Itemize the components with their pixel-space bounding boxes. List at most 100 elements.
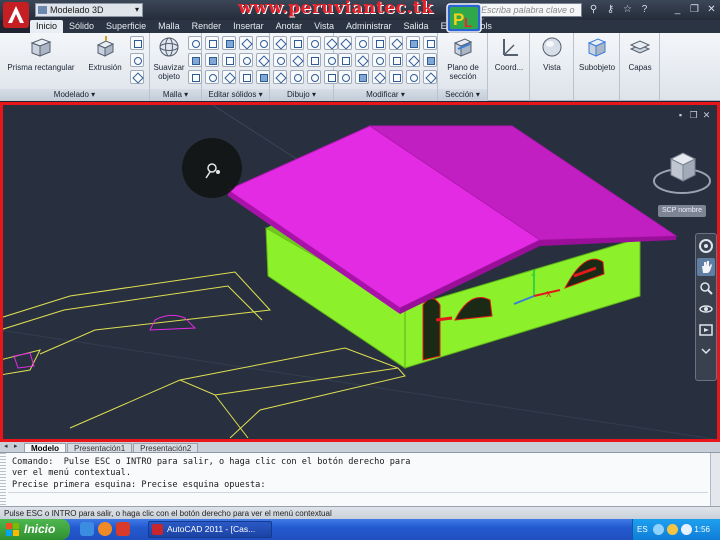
tool-icon[interactable] [406, 36, 420, 50]
suavizar-objeto-button[interactable]: Suavizar objeto [152, 35, 186, 81]
search-input[interactable]: Escriba palabra clave o frase [470, 3, 582, 27]
tool-icon[interactable] [338, 70, 352, 84]
tab-administrar[interactable]: Administrar [340, 20, 398, 33]
minimize-icon[interactable]: ▪ [676, 111, 685, 120]
tab-presentacion1[interactable]: Presentación1 [67, 443, 133, 453]
restore-icon[interactable]: ❐ [689, 111, 698, 120]
panel-title[interactable]: Dibujo ▾ [270, 89, 333, 101]
chevron-down-icon[interactable] [697, 342, 715, 360]
command-line-grip[interactable] [0, 453, 6, 507]
tool-icon[interactable] [273, 53, 287, 67]
star-icon[interactable]: ☆ [622, 4, 633, 15]
tool-icon[interactable] [423, 70, 437, 84]
tool-icon[interactable] [423, 53, 437, 67]
tool-icon[interactable] [239, 70, 253, 84]
tab-render[interactable]: Render [186, 20, 228, 33]
tool-icon[interactable] [188, 53, 202, 67]
tool-icon[interactable] [372, 36, 386, 50]
tab-anotar[interactable]: Anotar [270, 20, 309, 33]
tab-vista[interactable]: Vista [308, 20, 340, 33]
language-indicator[interactable]: ES [637, 519, 648, 540]
close-icon[interactable]: ✕ [706, 4, 717, 15]
tool-icon[interactable] [389, 36, 403, 50]
tool-icon[interactable] [355, 70, 369, 84]
steering-wheel-icon[interactable] [697, 237, 715, 255]
panel-title[interactable]: Malla ▾ [150, 89, 201, 101]
app-icon[interactable] [116, 522, 130, 536]
tool-icon[interactable] [239, 36, 253, 50]
first-layout-arrow-icon[interactable]: ◂ [4, 442, 14, 452]
tool-icon[interactable] [406, 70, 420, 84]
pan-icon[interactable] [697, 258, 715, 276]
tool-icon[interactable] [290, 70, 304, 84]
tool-icon[interactable] [130, 36, 144, 50]
tab-superficie[interactable]: Superficie [100, 20, 152, 33]
key-icon[interactable]: ⚷ [605, 4, 616, 15]
panel-title[interactable]: Editar sólidos ▾ [202, 89, 269, 101]
prev-layout-arrow-icon[interactable]: ▸ [14, 442, 24, 452]
tool-icon[interactable] [222, 70, 236, 84]
extrusion-button[interactable]: Extrusión [82, 35, 128, 72]
tab-insertar[interactable]: Insertar [227, 20, 270, 33]
tool-icon[interactable] [205, 53, 219, 67]
ucs-menu[interactable]: SCP nombre [658, 205, 706, 217]
tab-malla[interactable]: Malla [152, 20, 186, 33]
tool-icon[interactable] [273, 70, 287, 84]
tool-icon[interactable] [273, 36, 287, 50]
browser-icon[interactable] [80, 522, 94, 536]
minimize-icon[interactable]: _ [672, 4, 683, 15]
panel-title[interactable]: Modelado ▾ [0, 89, 149, 101]
zoom-icon[interactable] [697, 279, 715, 297]
tool-icon[interactable] [222, 53, 236, 67]
close-icon[interactable]: ✕ [702, 111, 711, 120]
tool-icon[interactable] [256, 53, 270, 67]
tool-icon[interactable] [205, 36, 219, 50]
capas-button[interactable]: Capas [622, 35, 658, 72]
tool-icon[interactable] [256, 70, 270, 84]
tool-icon[interactable] [130, 53, 144, 67]
command-input[interactable] [8, 492, 708, 504]
tab-salida[interactable]: Salida [398, 20, 435, 33]
volume-icon[interactable] [667, 524, 678, 535]
tool-icon[interactable] [256, 36, 270, 50]
help-icon[interactable]: ? [639, 4, 650, 15]
orbit-icon[interactable] [697, 300, 715, 318]
tool-icon[interactable] [338, 36, 352, 50]
search-icon[interactable]: ⚲ [588, 4, 599, 15]
tool-icon[interactable] [222, 36, 236, 50]
showmotion-icon[interactable] [697, 321, 715, 339]
tray-icon[interactable] [681, 524, 692, 535]
tool-icon[interactable] [188, 70, 202, 84]
tool-icon[interactable] [307, 53, 321, 67]
subobjeto-button[interactable]: Subobjeto [576, 35, 618, 72]
tool-icon[interactable] [205, 70, 219, 84]
panel-title[interactable]: Modificar ▾ [334, 89, 437, 101]
tab-inicio[interactable]: Inicio [30, 20, 64, 33]
tool-icon[interactable] [188, 36, 202, 50]
tool-icon[interactable] [389, 53, 403, 67]
tool-icon[interactable] [372, 70, 386, 84]
tool-icon[interactable] [290, 36, 304, 50]
tool-icon[interactable] [130, 70, 144, 84]
application-menu-button[interactable] [2, 1, 30, 29]
tool-icon[interactable] [372, 53, 386, 67]
tool-icon[interactable] [355, 36, 369, 50]
restore-icon[interactable]: ❐ [689, 4, 700, 15]
tool-icon[interactable] [355, 53, 369, 67]
panel-title[interactable]: Sección ▾ [438, 89, 487, 101]
coord-button[interactable]: Coord... [490, 35, 528, 72]
tab-modelo[interactable]: Modelo [24, 443, 66, 453]
tool-icon[interactable] [307, 70, 321, 84]
tool-icon[interactable] [423, 36, 437, 50]
tab-presentacion2[interactable]: Presentación2 [133, 443, 199, 453]
plano-seccion-button[interactable]: Plano de sección [440, 35, 486, 81]
tool-icon[interactable] [389, 70, 403, 84]
tool-icon[interactable] [406, 53, 420, 67]
vista-button[interactable]: Vista [532, 35, 572, 72]
prisma-rectangular-button[interactable]: Prisma rectangular [6, 35, 76, 72]
start-button[interactable]: Inicio [0, 519, 70, 540]
tool-icon[interactable] [307, 36, 321, 50]
firefox-icon[interactable] [98, 522, 112, 536]
tool-icon[interactable] [338, 53, 352, 67]
tab-solido[interactable]: Sólido [63, 20, 100, 33]
